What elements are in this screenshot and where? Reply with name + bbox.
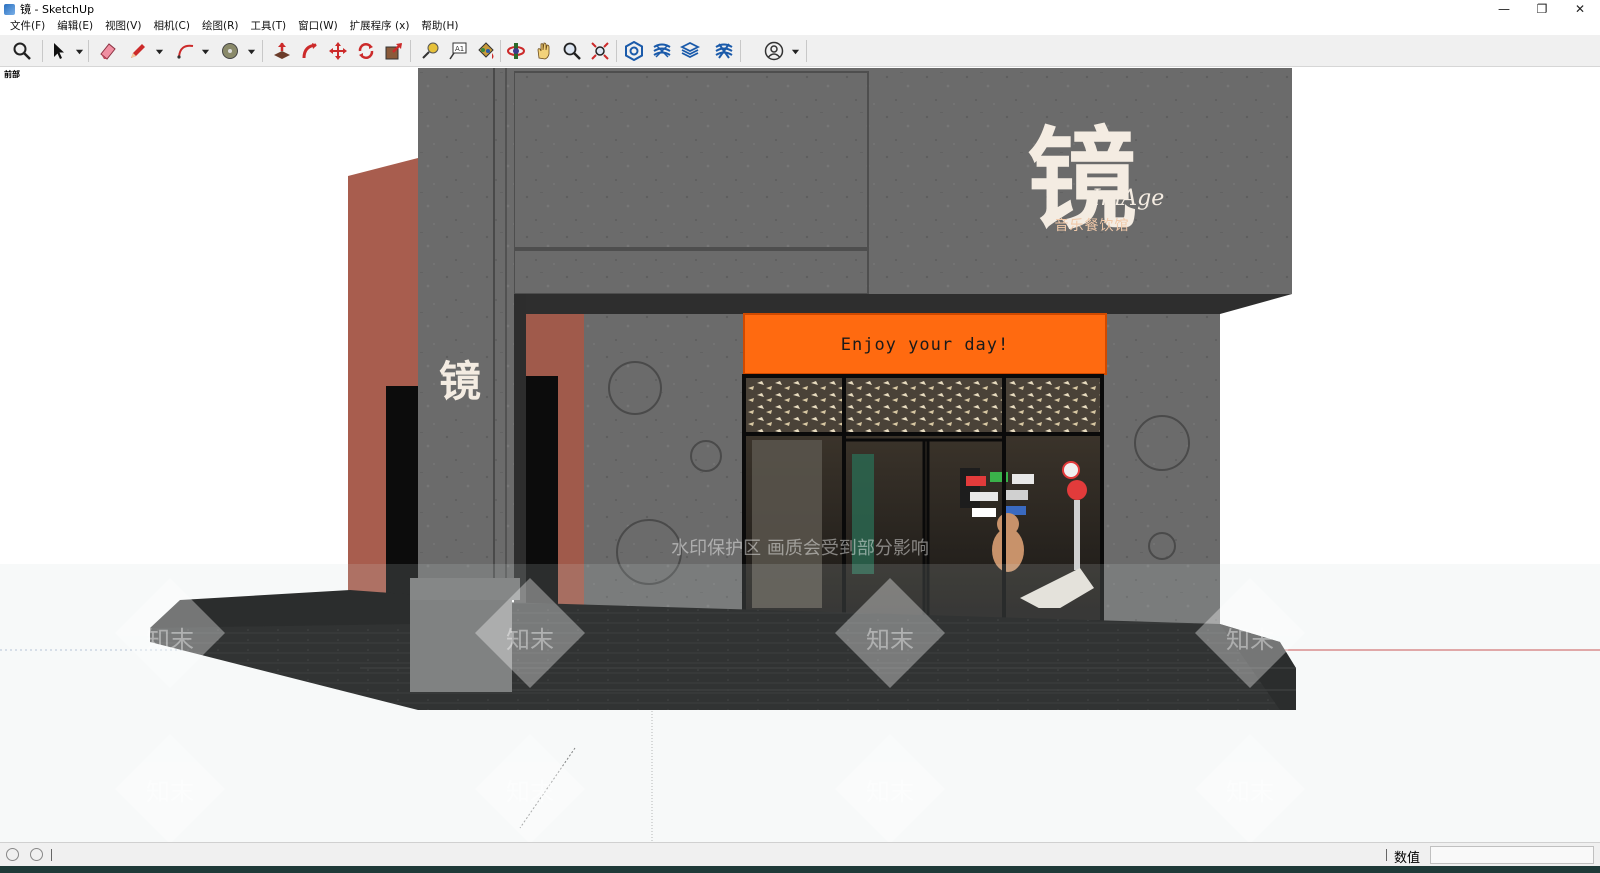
watermark-brand: 知末 [1226,626,1274,654]
menu-window[interactable]: 窗口(W) [292,18,344,35]
entrance-pillar [418,68,514,582]
pillar-logo: 镜 [439,357,481,406]
chevron-down-icon[interactable] [246,46,256,56]
arc-icon[interactable] [174,39,198,63]
chevron-down-icon[interactable] [74,46,84,56]
watermark-layer [0,564,1600,842]
toolbar-separator [42,40,43,62]
watermark-brand: 知末 [146,626,194,654]
zoom-extents-icon[interactable] [588,39,612,63]
menu-view[interactable]: 视图(V) [99,18,147,35]
menu-file[interactable]: 文件(F) [4,18,51,35]
zoom-icon[interactable] [560,39,584,63]
interior-sign-board [960,468,980,508]
window-title: 镜 - SketchUp [20,3,95,16]
menu-help[interactable]: 帮助(H) [415,18,464,35]
paint-bucket-icon[interactable] [474,39,498,63]
info-icon[interactable] [30,848,43,861]
logo-tagline: 音乐餐饮馆 [1055,217,1130,234]
orbit-icon[interactable] [504,39,528,63]
model-viewport[interactable]: Enjoy your day! 镜 ImAge 音乐餐饮馆 镜 水印保护区 画质… [0,68,1600,842]
sketchup-app-icon [4,3,15,15]
menu-camera[interactable]: 相机(C) [147,18,196,35]
restore-button[interactable]: ❐ [1524,0,1560,18]
minimize-button[interactable]: — [1486,0,1522,18]
eraser-icon[interactable] [96,39,120,63]
watermark-text: 水印保护区 画质会受到部分影响 [671,538,929,559]
watermark-brand: 知末 [146,778,194,806]
shape-icon[interactable] [218,39,242,63]
toolbar-separator [740,40,741,62]
chevron-down-icon[interactable] [790,46,800,56]
tape-measure-icon[interactable] [418,39,442,63]
chevron-down-icon[interactable] [200,46,210,56]
scene-tab-label[interactable]: 前部 [4,69,20,80]
menu-draw[interactable]: 绘图(R) [196,18,245,35]
logo-sub-text: ImAge [1091,186,1165,211]
toolbar-separator [88,40,89,62]
search-icon[interactable] [10,39,34,63]
account-icon[interactable] [762,39,786,63]
geo-location-icon[interactable] [6,848,19,861]
model-canvas[interactable]: Enjoy your day! 镜 ImAge 音乐餐饮馆 镜 水印保护区 画质… [0,68,1600,842]
extension-manager-icon[interactable] [712,39,736,63]
move-icon[interactable] [326,39,350,63]
pencil-icon[interactable] [126,39,150,63]
upper-facade [418,68,1292,294]
chevron-down-icon[interactable] [154,46,164,56]
status-divider [51,849,52,861]
taskbar-edge [0,866,1600,873]
toolbar-separator [500,40,501,62]
toolbar-separator [262,40,263,62]
menu-extensions[interactable]: 扩展程序 (x) [344,18,416,35]
toolbar-separator [616,40,617,62]
measurements-label: 数值 [1394,851,1421,866]
pillar-logo-glyph: 镜 [439,357,481,406]
title-bar: 镜 - SketchUp — ❐ ✕ [0,0,1600,18]
scale-icon[interactable] [382,39,406,63]
toolbar-separator [410,40,411,62]
text-icon[interactable]: A1 [446,39,470,63]
main-toolbar: A1 [0,35,1600,67]
svg-text:A1: A1 [455,45,464,53]
close-button[interactable]: ✕ [1562,0,1598,18]
extension-warehouse-icon[interactable] [650,39,674,63]
pushpull-icon[interactable] [270,39,294,63]
followme-icon[interactable] [298,39,322,63]
menu-bar: 文件(F) 编辑(E) 视图(V) 相机(C) 绘图(R) 工具(T) 窗口(W… [0,18,1600,35]
watermark-brand: 知末 [866,626,914,654]
watermark-brand: 知末 [506,778,554,806]
interior-ceiling [744,376,1102,434]
measurements-input[interactable] [1430,846,1594,864]
warehouse-icon[interactable] [622,39,646,63]
select-icon[interactable] [46,39,70,63]
watermark-brand: 知末 [506,626,554,654]
toolbar-separator [806,40,807,62]
pan-icon[interactable] [532,39,556,63]
watermark-brand: 知末 [866,778,914,806]
watermark-brand: 知末 [1226,778,1274,806]
menu-tools[interactable]: 工具(T) [244,18,292,35]
layout-icon[interactable] [678,39,702,63]
rotate-icon[interactable] [354,39,378,63]
sign-text: Enjoy your day! [841,335,1010,355]
status-bar: 数值 [0,842,1600,866]
canopy-underside [512,294,1292,314]
menu-edit[interactable]: 编辑(E) [51,18,99,35]
status-divider [1386,849,1387,861]
